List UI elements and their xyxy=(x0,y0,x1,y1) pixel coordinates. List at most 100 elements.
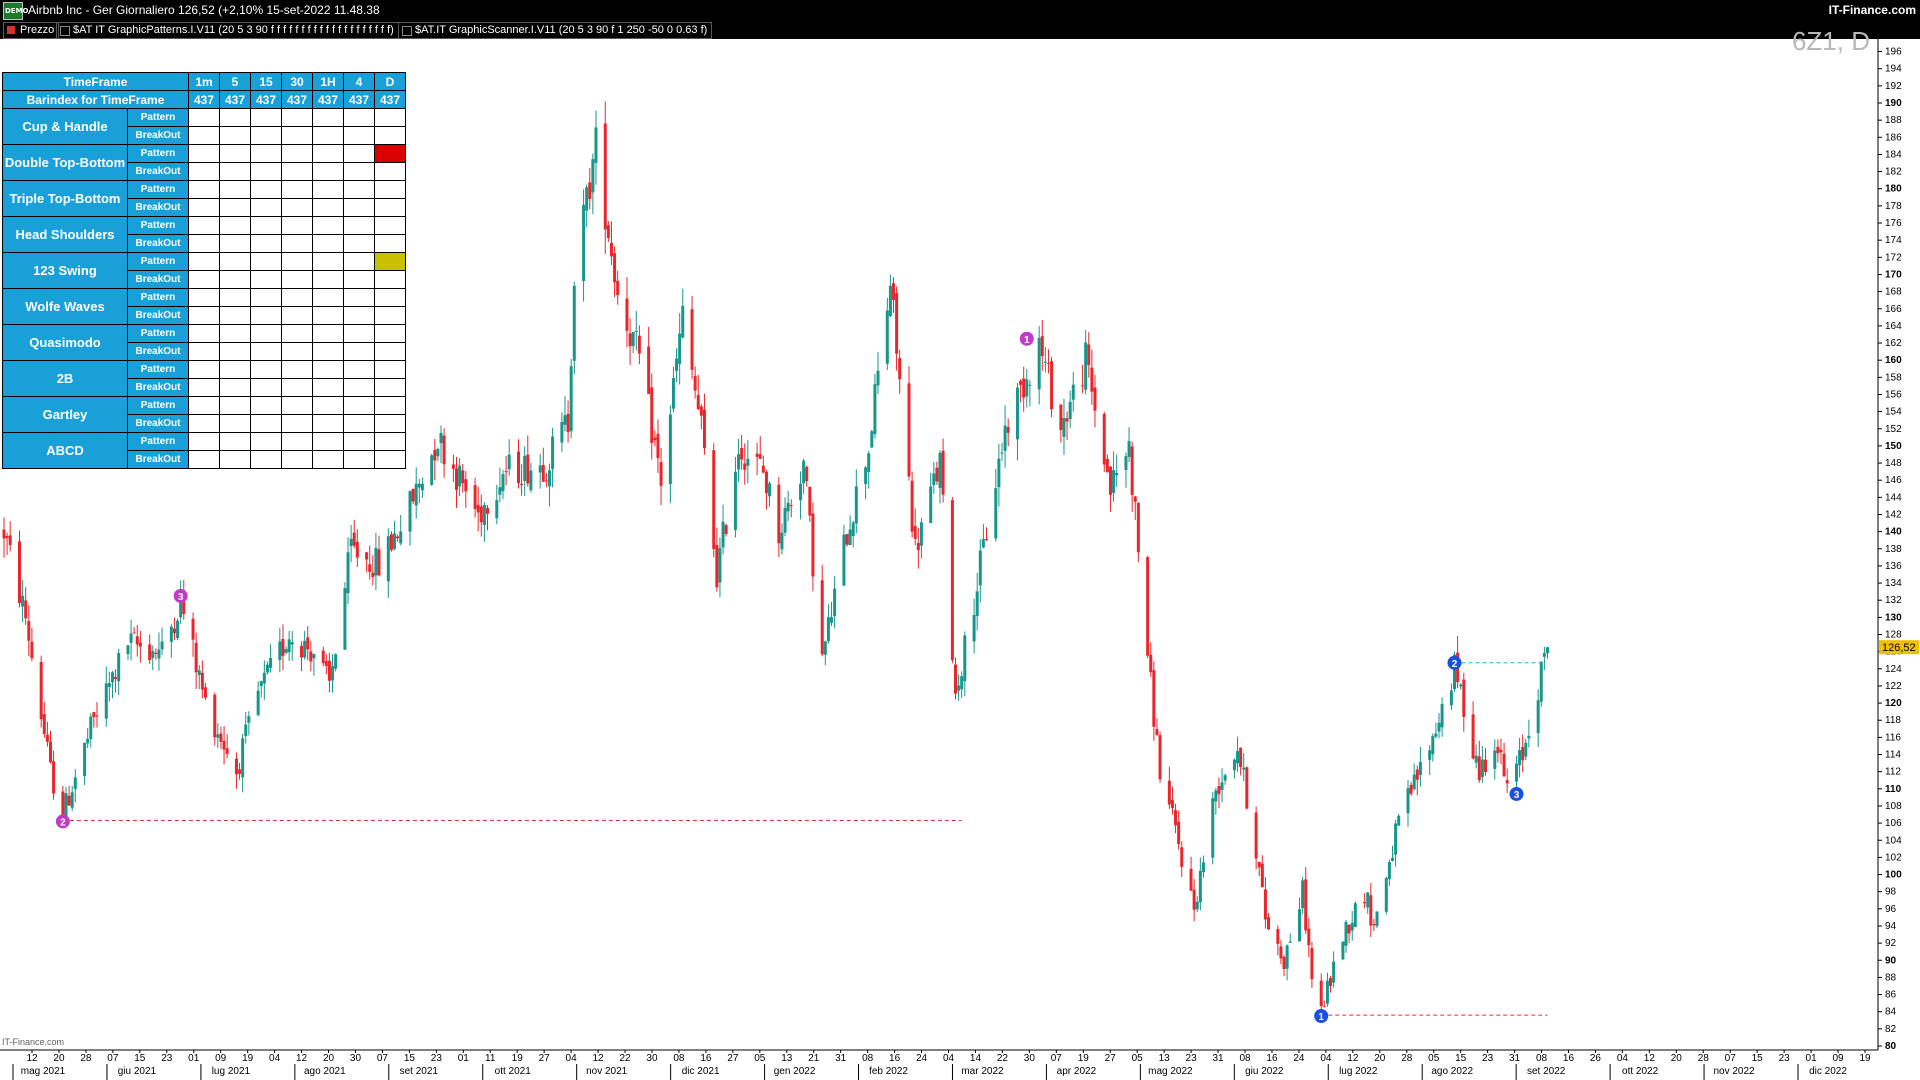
candle-body xyxy=(160,641,164,650)
candle-body xyxy=(309,651,313,662)
price-axis-label: 108 xyxy=(1885,801,1902,812)
scanner-signal-cell xyxy=(250,432,282,451)
scanner-signal-cell xyxy=(312,162,344,181)
candle-body xyxy=(1545,647,1549,654)
scanner-signal-cell xyxy=(219,414,251,433)
scanner-signal-cell xyxy=(312,144,344,163)
candle-body xyxy=(873,384,877,435)
candle-body xyxy=(343,588,347,650)
price-axis-label: 188 xyxy=(1885,115,1902,126)
candle-body xyxy=(746,458,750,466)
candle-body xyxy=(1267,917,1271,930)
candle-body xyxy=(1394,823,1398,855)
candle-body xyxy=(312,654,316,659)
indicator-graphic-scanner-tab[interactable]: $AT.IT GraphicScanner.I.V11 (20 5 3 90 f… xyxy=(398,22,713,39)
indicator-graphic-patterns-tab[interactable]: $AT IT GraphicPatterns.I.V11 (20 5 3 90 … xyxy=(56,22,399,39)
price-swatch-icon xyxy=(7,26,15,34)
time-axis-day-label: 11 xyxy=(485,1053,496,1064)
candle-body xyxy=(436,448,440,457)
scanner-signal-cell xyxy=(374,432,406,451)
time-axis-month-label: giu 2022 xyxy=(1245,1066,1284,1077)
price-axis-label: 114 xyxy=(1885,750,1901,761)
candle-body xyxy=(1158,735,1162,780)
price-axis-label: 132 xyxy=(1885,595,1902,606)
candle-body xyxy=(45,734,49,742)
candle-body xyxy=(417,483,421,488)
candle-body xyxy=(1028,384,1032,386)
scanner-signal-cell xyxy=(343,234,375,253)
scanner-signal-cell xyxy=(281,324,313,343)
candle-body xyxy=(560,421,564,443)
candle-body xyxy=(135,636,139,645)
candle-body xyxy=(1279,946,1283,959)
scanner-signal-cell xyxy=(343,306,375,325)
candle-body xyxy=(67,795,71,806)
time-axis-day-label: 05 xyxy=(1428,1053,1440,1064)
scanner-signal-cell xyxy=(250,108,282,127)
scanner-signal-cell xyxy=(343,432,375,451)
candle-body xyxy=(327,660,331,681)
candle-body xyxy=(690,309,694,370)
price-axis-label: 152 xyxy=(1885,424,1902,435)
candle-body xyxy=(1059,404,1063,430)
time-axis-day-label: 16 xyxy=(1563,1053,1575,1064)
candle-body xyxy=(321,650,325,664)
indicator-label: $AT.IT GraphicScanner.I.V11 (20 5 3 90 f… xyxy=(415,24,708,36)
scanner-signal-cell xyxy=(343,198,375,217)
candle-body xyxy=(833,588,837,617)
time-axis-month-label: apr 2022 xyxy=(1057,1066,1097,1077)
scanner-signal-cell xyxy=(219,198,251,217)
candle-body xyxy=(89,716,93,739)
candle-body xyxy=(1353,903,1357,927)
candle-body xyxy=(1000,452,1004,454)
scanner-signal-cell xyxy=(343,450,375,469)
candle-body xyxy=(523,455,527,481)
candle-body xyxy=(1449,690,1453,706)
candle-body xyxy=(870,431,874,448)
scanner-row-5-pattern: Wolfe Waves Pattern xyxy=(2,288,406,325)
candle-body xyxy=(17,541,21,603)
candle-body xyxy=(386,536,390,582)
scanner-barindex-0: 437 xyxy=(188,90,220,109)
scanner-signal-cell xyxy=(188,432,220,451)
time-axis-month-label: feb 2022 xyxy=(869,1066,908,1077)
candle-body xyxy=(994,488,998,539)
indicator-price-tab[interactable]: Prezzo xyxy=(3,22,60,39)
candle-body xyxy=(616,280,620,296)
price-axis-label: 160 xyxy=(1885,355,1902,366)
price-axis-label: 164 xyxy=(1885,321,1902,332)
time-axis-month-label: nov 2021 xyxy=(586,1066,628,1077)
candle-body xyxy=(1211,798,1215,858)
candle-body xyxy=(1127,441,1131,457)
candle-body xyxy=(259,681,263,687)
time-axis-month-label: dic 2022 xyxy=(1809,1066,1847,1077)
time-axis-day-label: 24 xyxy=(1293,1053,1305,1064)
scanner-signal-cell xyxy=(219,360,251,379)
scanner-signal-cell xyxy=(188,396,220,415)
time-axis-month-label: set 2022 xyxy=(1527,1066,1566,1077)
scanner-timeframe-2: 15 xyxy=(250,72,282,91)
scanner-signal-cell xyxy=(219,432,251,451)
candle-body xyxy=(867,453,871,472)
time-axis-day-label: 07 xyxy=(1051,1053,1063,1064)
candle-body xyxy=(368,564,372,572)
scanner-breakout-label: BreakOut xyxy=(127,162,189,181)
candle-body xyxy=(414,483,418,506)
time-axis-month-label: ago 2022 xyxy=(1431,1066,1473,1077)
time-axis-month-label: nov 2022 xyxy=(1713,1066,1755,1077)
candle-body xyxy=(1105,458,1109,473)
price-axis-label: 118 xyxy=(1885,715,1901,726)
scanner-signal-cell xyxy=(343,396,375,415)
scanner-header-row: TimeFrame 1m 5 15 30 1H 4 D xyxy=(2,72,406,91)
scanner-signal-cell xyxy=(281,198,313,217)
price-axis-label: 100 xyxy=(1885,870,1902,881)
candle-body xyxy=(244,724,248,737)
pattern-point-label: 3 xyxy=(178,592,184,603)
price-axis-label: 92 xyxy=(1885,938,1897,949)
price-axis-label: 138 xyxy=(1885,544,1902,555)
candle-body xyxy=(1499,749,1503,753)
candle-body xyxy=(1015,387,1019,440)
candle-body xyxy=(1065,418,1069,422)
candle-body xyxy=(1325,980,1329,1004)
candle-body xyxy=(197,670,201,676)
